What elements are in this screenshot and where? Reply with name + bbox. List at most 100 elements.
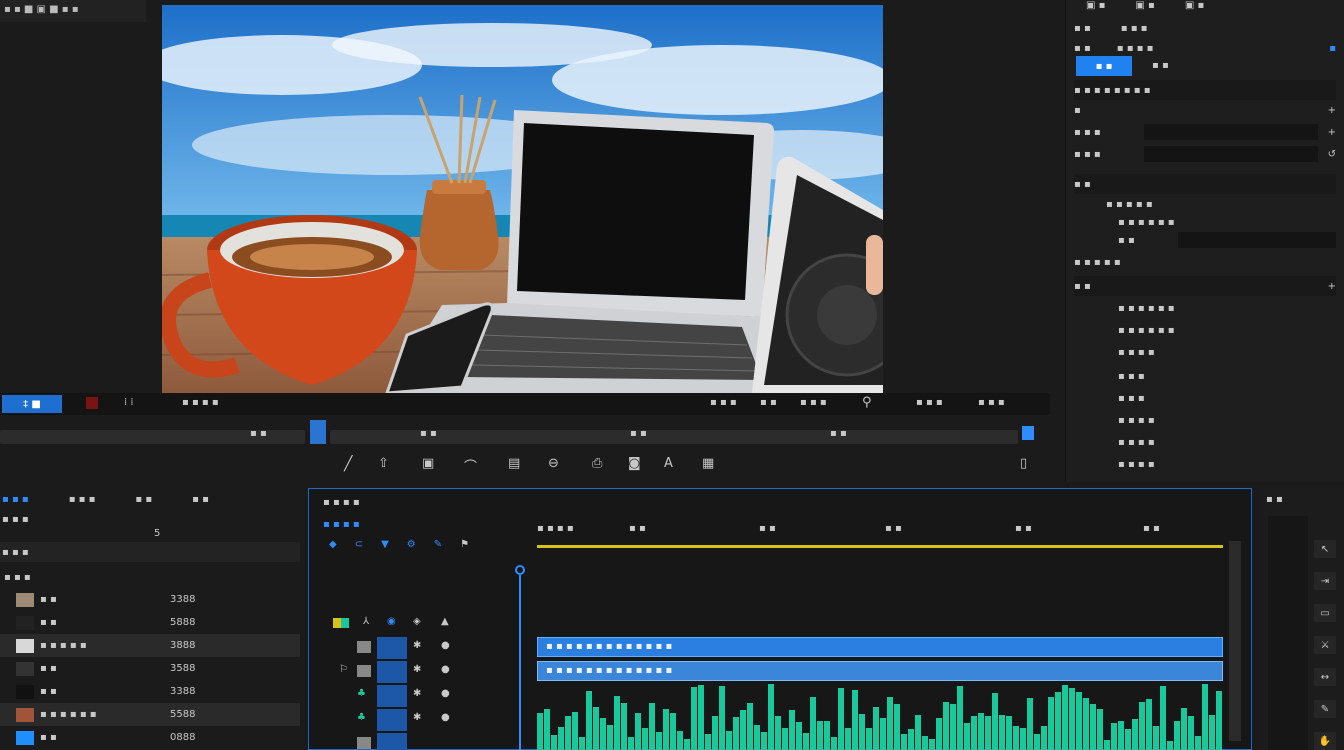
- clip-name-6[interactable]: ▪ ▪ ▪ ▪ ▪ ▪: [40, 709, 170, 720]
- hand-tool-icon[interactable]: ✋: [1314, 732, 1336, 750]
- track-target-icon-a4[interactable]: [357, 737, 371, 749]
- list-item-6[interactable]: ▪ ▪ ▪ ▪: [1118, 415, 1155, 426]
- clip-name-3[interactable]: ▪ ▪ ▪ ▪ ▪: [40, 640, 170, 651]
- compare-icon[interactable]: ▦: [702, 456, 714, 471]
- wrench-icon[interactable]: ⚲: [862, 395, 872, 410]
- row1-label-a[interactable]: ▪ ▪: [1074, 23, 1091, 34]
- lock-icon[interactable]: ▲: [441, 616, 449, 627]
- toggle-output-icon[interactable]: ◈: [413, 616, 421, 627]
- active-tab[interactable]: ▪ ▪: [1076, 56, 1132, 76]
- pen-icon[interactable]: ╱: [344, 456, 352, 472]
- project-tab-4[interactable]: ▪ ▪: [192, 494, 209, 510]
- mute-icon-a1[interactable]: ✱: [413, 664, 421, 675]
- list-item-8[interactable]: ▪ ▪ ▪ ▪: [1118, 459, 1155, 470]
- section3-title[interactable]: ▪ ▪ ▪ ▪ ▪: [1074, 257, 1121, 268]
- list-item-2[interactable]: ▪ ▪ ▪ ▪ ▪ ▪: [1118, 325, 1175, 336]
- loop-icon[interactable]: ⌒: [464, 456, 477, 475]
- panel-tab-3[interactable]: ▣ ▪: [1185, 0, 1204, 14]
- audio-waveform[interactable]: [537, 683, 1223, 750]
- link-icon[interactable]: ⊂: [355, 539, 363, 550]
- overwrite-icon[interactable]: ⊖: [548, 456, 559, 471]
- solo-icon-a1[interactable]: ●: [441, 664, 450, 675]
- monitor-label-4[interactable]: ▪ ▪ ▪: [916, 397, 943, 408]
- razor-icon[interactable]: ⚔: [1314, 636, 1336, 654]
- source-patch-a3[interactable]: [377, 709, 407, 731]
- lift-icon[interactable]: ⇧: [378, 456, 389, 471]
- monitor-label-2[interactable]: ▪ ▪: [760, 397, 777, 408]
- clip-name-7[interactable]: ▪ ▪: [40, 732, 170, 743]
- sub3-input[interactable]: [1178, 232, 1336, 248]
- insert-icon[interactable]: ▤: [508, 456, 520, 471]
- source-patch-a4[interactable]: [377, 733, 407, 750]
- section4-title[interactable]: ▪ ▪: [1074, 281, 1091, 292]
- mute-icon-a2[interactable]: ✱: [413, 688, 421, 699]
- source-patch-a1[interactable]: [377, 661, 407, 683]
- flag-icon[interactable]: ⚑: [460, 539, 469, 550]
- section2-title[interactable]: ▪ ▪: [1074, 179, 1091, 190]
- track-select-icon[interactable]: ⇥: [1314, 572, 1336, 590]
- mute-icon[interactable]: ✱: [413, 640, 421, 651]
- panel-tab-1[interactable]: ▣ ▪: [1086, 0, 1105, 14]
- monitor-label-5[interactable]: ▪ ▪ ▪: [978, 397, 1005, 408]
- clip-name-2[interactable]: ▪ ▪: [40, 617, 170, 628]
- row2-label-a[interactable]: ▪ ▪: [1074, 43, 1091, 54]
- ripple-edit-icon[interactable]: ▭: [1314, 604, 1336, 622]
- fit-selector[interactable]: ‡ ■: [2, 395, 62, 413]
- video-clip[interactable]: ▪ ▪ ▪ ▪ ▪ ▪ ▪ ▪ ▪ ▪ ▪ ▪ ▪: [537, 637, 1223, 657]
- sync-lock-icon[interactable]: ⅄: [363, 616, 369, 627]
- text-icon[interactable]: A: [664, 456, 673, 471]
- solo-icon-a3[interactable]: ●: [441, 712, 450, 723]
- project-tab-2[interactable]: ▪ ▪ ▪: [69, 494, 96, 510]
- timeline-scrollbar[interactable]: [1229, 541, 1241, 741]
- zoom-label[interactable]: ▪ ▪ ▪ ▪: [182, 397, 219, 408]
- row1-label-b[interactable]: ▪ ▪ ▪: [1121, 23, 1148, 34]
- mute-icon-a3[interactable]: ✱: [413, 712, 421, 723]
- selection-tool-icon[interactable]: ↖: [1314, 540, 1336, 558]
- voice-icon[interactable]: ⚐: [339, 664, 348, 675]
- top-tab-strip[interactable]: ▪ ▪ ■ ▣ ■ ▪ ▪: [0, 0, 146, 22]
- field3-input[interactable]: [1144, 146, 1318, 162]
- video-frame[interactable]: [162, 5, 883, 393]
- snap-icon[interactable]: ◆: [329, 539, 337, 550]
- project-tab-3[interactable]: ▪ ▪: [135, 494, 152, 510]
- playhead-head[interactable]: [515, 565, 525, 575]
- marker-icon[interactable]: ▼: [381, 539, 389, 550]
- section1-title[interactable]: ▪ ▪ ▪ ▪ ▪ ▪ ▪ ▪: [1074, 85, 1150, 96]
- settings-icon[interactable]: ▯: [1020, 456, 1027, 471]
- plus-icon-2[interactable]: +: [1328, 127, 1336, 138]
- wrench-icon-timeline[interactable]: ⚙: [407, 539, 416, 550]
- monitor-scrubber[interactable]: ▪ ▪ ▪ ▪ ▪ ▪ ▪ ▪: [0, 420, 1050, 448]
- timeline-ruler[interactable]: ▪ ▪ ▪ ▪ ▪ ▪ ▪ ▪ ▪ ▪ ▪ ▪ ▪ ▪: [537, 523, 1223, 551]
- eye-icon[interactable]: ◉: [387, 616, 396, 627]
- row2-label-b[interactable]: ▪ ▪ ▪ ▪: [1117, 43, 1154, 54]
- slip-icon[interactable]: ↔: [1314, 668, 1336, 686]
- track-target-icon[interactable]: [357, 641, 371, 653]
- captions-icon[interactable]: ✎: [434, 539, 442, 550]
- audio-clip-header[interactable]: ▪ ▪ ▪ ▪ ▪ ▪ ▪ ▪ ▪ ▪ ▪ ▪ ▪: [537, 661, 1223, 681]
- row2-label-c[interactable]: ▪: [1329, 43, 1336, 54]
- field2-input[interactable]: [1144, 124, 1318, 140]
- solo-icon-a2[interactable]: ●: [441, 688, 450, 699]
- clip-name-1[interactable]: ▪ ▪: [40, 594, 170, 605]
- export-frame-icon[interactable]: ⎙: [592, 456, 602, 471]
- out-point-icon[interactable]: [1022, 426, 1034, 440]
- track-color-icon[interactable]: [333, 618, 349, 628]
- reset-icon[interactable]: ↺: [1328, 149, 1336, 160]
- add-icon[interactable]: +: [1328, 281, 1336, 292]
- column-name[interactable]: ▪ ▪ ▪: [4, 572, 31, 583]
- source-patch[interactable]: [377, 637, 407, 659]
- record-icon[interactable]: [86, 397, 98, 409]
- solo-icon[interactable]: ●: [441, 640, 450, 651]
- list-item-1[interactable]: ▪ ▪ ▪ ▪ ▪ ▪: [1118, 303, 1175, 314]
- sequence-title[interactable]: ▪ ▪ ▪ ▪: [323, 497, 360, 508]
- plus-icon[interactable]: +: [1328, 105, 1336, 116]
- track-target-icon-a1[interactable]: [357, 665, 371, 677]
- list-item-7[interactable]: ▪ ▪ ▪ ▪: [1118, 437, 1155, 448]
- source-patch-a2[interactable]: [377, 685, 407, 707]
- panel-tab-2[interactable]: ▣ ▪: [1135, 0, 1154, 14]
- camera-icon[interactable]: ◙: [628, 456, 641, 471]
- list-item-3[interactable]: ▪ ▪ ▪ ▪: [1118, 347, 1155, 358]
- second-tab[interactable]: ▪ ▪: [1152, 60, 1169, 71]
- audio-track-icon[interactable]: ♣: [357, 688, 366, 699]
- clip-name-4[interactable]: ▪ ▪: [40, 663, 170, 674]
